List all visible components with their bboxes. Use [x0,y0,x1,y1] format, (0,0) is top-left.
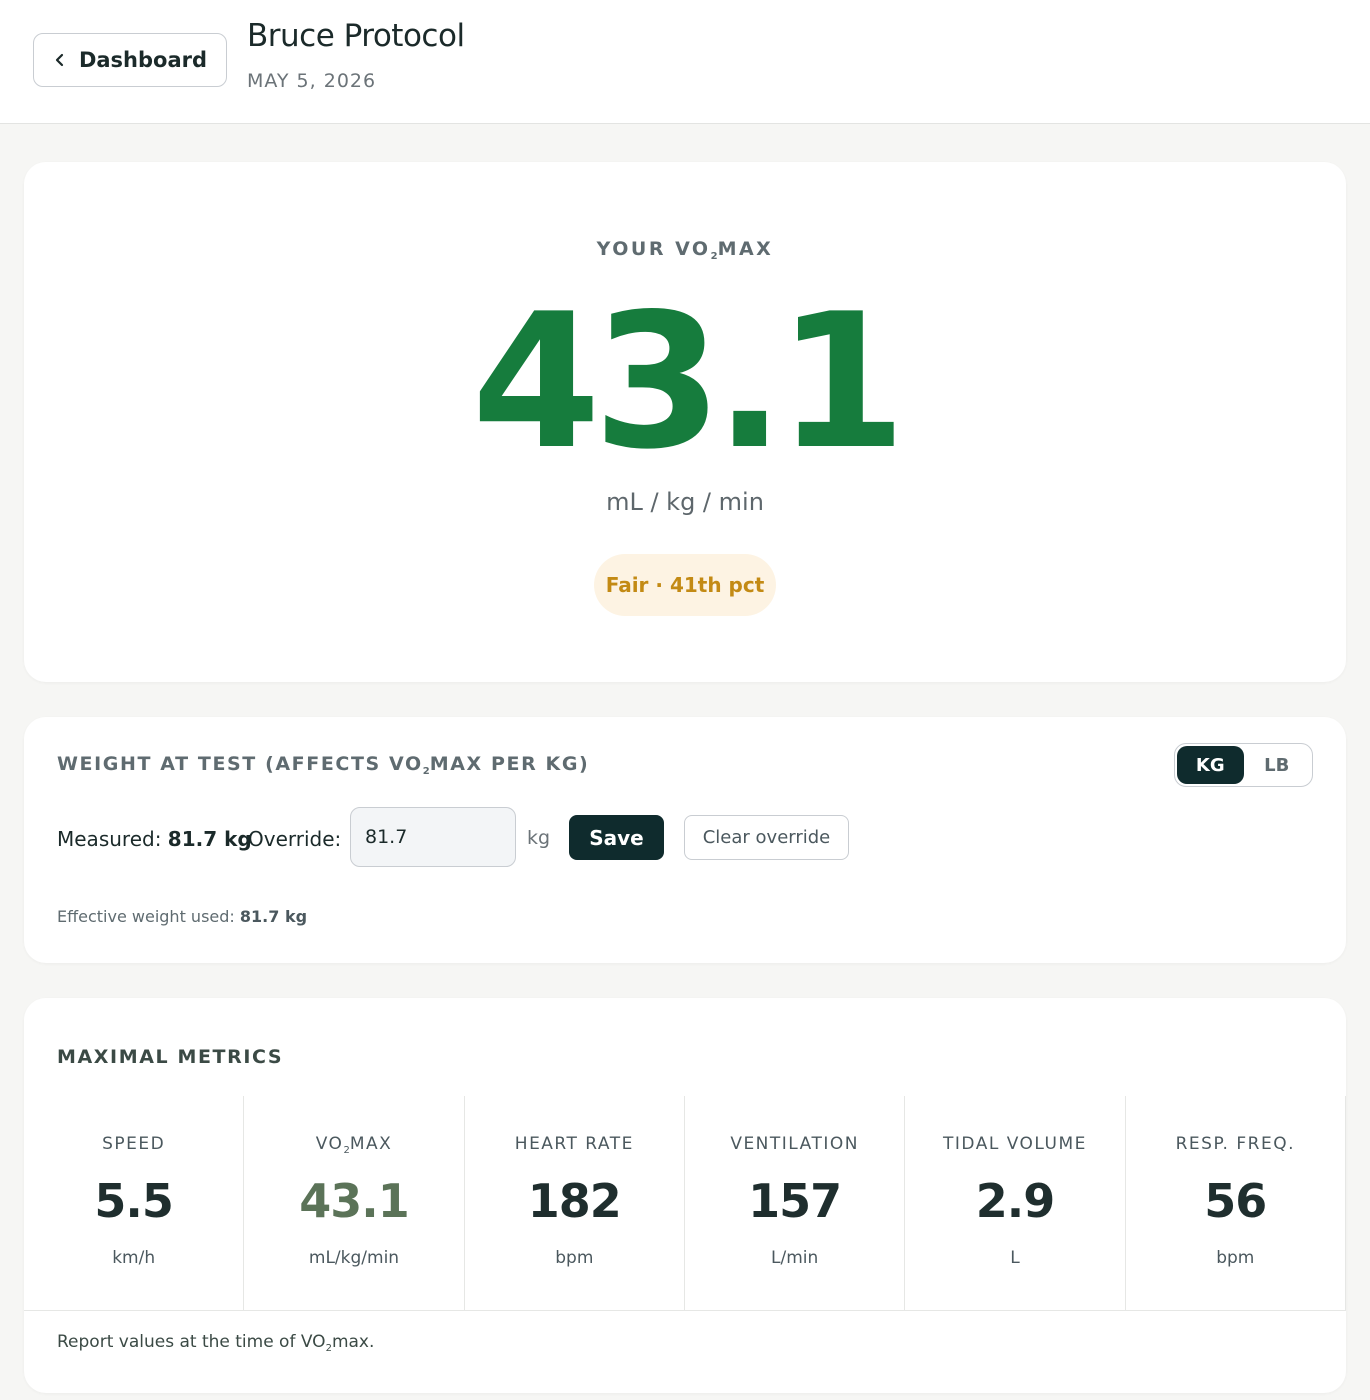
metric-value: 157 [748,1174,842,1228]
metrics-grid: SPEED 5.5 km/h VO2MAX 43.1 mL/kg/min HEA… [24,1096,1346,1310]
metric-label: HEART RATE [514,1134,634,1154]
metric-tidal-volume: TIDAL VOLUME 2.9 L [905,1096,1126,1310]
metric-value: 5.5 [94,1174,174,1228]
measured-weight-value: 81.7 kg [167,827,252,851]
test-date: MAY 5, 2026 [247,70,377,92]
divider [24,1310,1346,1311]
vo2max-result-card: YOUR VO2MAX 43.1 mL / kg / min Fair · 41… [24,162,1346,682]
page-title: Bruce Protocol [247,18,465,54]
metric-speed: SPEED 5.5 km/h [24,1096,245,1310]
metric-value: 182 [527,1174,622,1228]
back-to-dashboard-button[interactable]: Dashboard [33,33,227,87]
override-label: Override: [248,827,342,851]
unit-option-lb[interactable]: LB [1244,746,1311,784]
metric-label: RESP. FREQ. [1175,1134,1295,1154]
back-button-label: Dashboard [78,48,208,72]
metric-unit: L [1010,1248,1020,1268]
metric-unit: bpm [1216,1248,1255,1268]
metric-ventilation: VENTILATION 157 L/min [685,1096,906,1310]
metric-unit: L/min [771,1248,819,1268]
metrics-footnote: Report values at the time of VO2max. [57,1332,375,1354]
metric-label: TIDAL VOLUME [943,1134,1087,1154]
weight-at-test-card: WEIGHT AT TEST (AFFECTS VO2MAX PER KG) K… [24,717,1346,963]
page-header: Dashboard Bruce Protocol MAY 5, 2026 [0,0,1370,124]
metric-unit: km/h [112,1248,156,1268]
chevron-left-icon [55,53,64,67]
maximal-metrics-card: MAXIMAL METRICS SPEED 5.5 km/h VO2MAX 43… [24,998,1346,1393]
clear-override-button[interactable]: Clear override [684,815,849,860]
metric-label: VO2MAX [315,1134,393,1156]
vo2max-value: 43.1 [471,273,907,490]
metric-value: 43.1 [299,1174,410,1228]
save-button[interactable]: Save [569,815,664,860]
metric-value: 2.9 [975,1174,1056,1228]
metric-unit: bpm [555,1248,594,1268]
metric-value: 56 [1204,1174,1267,1228]
weight-section-title: WEIGHT AT TEST (AFFECTS VO2MAX PER KG) [57,753,590,777]
vo2max-label: YOUR VO2MAX [596,238,774,262]
metric-unit: mL/kg/min [308,1248,400,1268]
metric-vo2max: VO2MAX 43.1 mL/kg/min [244,1096,465,1310]
metric-heart-rate: HEART RATE 182 bpm [465,1096,685,1310]
metric-label: VENTILATION [730,1134,859,1154]
override-weight-input[interactable] [350,807,516,867]
effective-weight: Effective weight used: 81.7 kg [57,907,308,926]
metrics-section-title: MAXIMAL METRICS [57,1046,284,1068]
weight-unit-toggle: KG LB [1174,743,1313,787]
vo2max-unit: mL / kg / min [606,488,764,516]
effective-weight-value: 81.7 kg [239,907,308,926]
fitness-rating-badge: Fair · 41th pct [594,554,776,616]
metric-resp-freq: RESP. FREQ. 56 bpm [1126,1096,1346,1310]
unit-option-kg[interactable]: KG [1177,746,1244,784]
measured-weight: Measured: 81.7 kg [57,827,252,851]
override-unit-suffix: kg [527,827,551,849]
metric-label: SPEED [102,1134,166,1154]
